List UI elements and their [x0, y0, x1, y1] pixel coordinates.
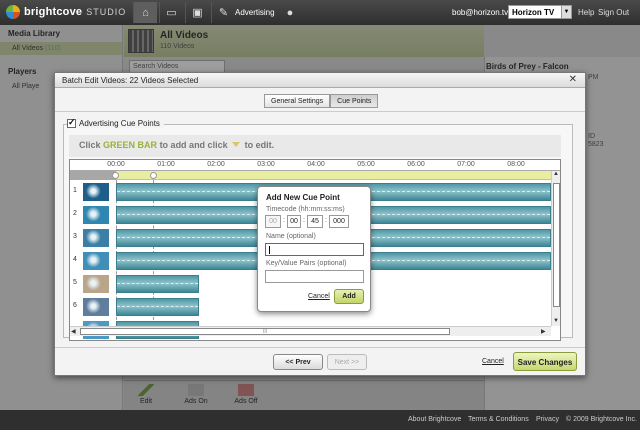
- brand-name: brightcove: [24, 6, 83, 18]
- popup-cancel-link[interactable]: Cancel: [308, 293, 330, 300]
- timecode-label: Timecode (hh:mm:ss:ms): [266, 206, 345, 213]
- home-icon[interactable]: ⌂: [133, 2, 157, 23]
- advertising-icon[interactable]: ✎: [211, 2, 235, 23]
- timecode-seconds[interactable]: 45: [307, 215, 323, 228]
- row-number: 4: [73, 256, 77, 263]
- close-icon[interactable]: ✕: [569, 74, 577, 85]
- key-value-label: Key/Value Pairs (optional): [266, 260, 347, 267]
- vertical-scrollbar[interactable]: ▲ ▼: [551, 171, 560, 326]
- time-tick-label: 00:00: [107, 161, 125, 168]
- dialog-title: Batch Edit Videos: 22 Videos Selected: [62, 76, 199, 85]
- time-tick-label: 03:00: [257, 161, 275, 168]
- scroll-down-icon[interactable]: ▼: [553, 318, 559, 324]
- popup-title: Add New Cue Point: [266, 193, 340, 202]
- time-tick-label: 06:00: [407, 161, 425, 168]
- time-tick-label: 07:00: [457, 161, 475, 168]
- top-bar: brightcove STUDIO ⌂ ▭ ▣ ✎ Advertising ● …: [0, 0, 640, 25]
- scroll-left-icon[interactable]: ◀: [71, 328, 76, 335]
- video-thumbnail: [82, 251, 110, 271]
- cue-marker-new[interactable]: [150, 172, 157, 179]
- divider: [55, 347, 585, 348]
- row-number: 1: [73, 187, 77, 194]
- instruction-banner: Click GREEN BAR to add and click to edit…: [69, 135, 561, 157]
- timecode-minutes[interactable]: 00: [287, 215, 301, 228]
- timeline-header-spacer: [70, 171, 116, 180]
- footer: About Brightcove Terms & Conditions Priv…: [0, 410, 640, 430]
- next-button[interactable]: Next >>: [327, 354, 367, 370]
- prev-button[interactable]: << Prev: [273, 354, 323, 370]
- scroll-thumb[interactable]: |||: [80, 328, 450, 335]
- tab-cue-points[interactable]: Cue Points: [330, 94, 379, 108]
- scroll-right-icon[interactable]: ▶: [541, 328, 546, 335]
- timecode-separator: :: [325, 217, 327, 224]
- video-thumbnail: [82, 182, 110, 202]
- video-duration-bar[interactable]: [116, 298, 199, 316]
- row-number: 3: [73, 233, 77, 240]
- help-link[interactable]: Help: [578, 8, 594, 17]
- dialog-title-bar: Batch Edit Videos: 22 Videos Selected ✕: [55, 73, 585, 88]
- time-tick-label: 05:00: [357, 161, 375, 168]
- dialog-tabs: General Settings Cue Points: [264, 94, 379, 108]
- chat-icon[interactable]: ●: [278, 2, 302, 23]
- about-link[interactable]: About Brightcove: [408, 416, 461, 423]
- row-number: 2: [73, 210, 77, 217]
- instruction-highlight: GREEN BAR: [103, 140, 158, 150]
- instruction-text: to edit.: [244, 140, 275, 150]
- video-duration-bar[interactable]: [116, 275, 199, 293]
- add-button[interactable]: Add: [334, 289, 364, 304]
- account-select[interactable]: Horizon TV ▼: [508, 5, 572, 19]
- timecode-milliseconds[interactable]: 000: [329, 215, 349, 228]
- time-tick-label: 04:00: [307, 161, 325, 168]
- cue-marker-start[interactable]: [112, 172, 119, 179]
- text-caret: [269, 246, 270, 254]
- name-input[interactable]: [265, 243, 364, 256]
- instruction-text: Click: [79, 140, 101, 150]
- advertising-cue-points-checkbox[interactable]: Advertising Cue Points: [67, 117, 164, 128]
- product-name: STUDIO: [86, 7, 127, 17]
- timecode-separator: :: [303, 217, 305, 224]
- timecode-separator: :: [283, 217, 285, 224]
- module-nav: ⌂ ▭ ▣ ✎: [133, 2, 237, 23]
- instruction-text: to add and click: [159, 140, 228, 150]
- save-changes-button[interactable]: Save Changes: [513, 352, 577, 371]
- cancel-link[interactable]: Cancel: [482, 358, 504, 365]
- timecode-hours[interactable]: 00: [265, 215, 281, 228]
- video-thumbnail: [82, 228, 110, 248]
- checkbox-checked-icon: [67, 117, 76, 128]
- divider: [55, 111, 585, 112]
- video-thumbnail: [82, 297, 110, 317]
- privacy-link[interactable]: Privacy: [536, 416, 559, 423]
- video-thumbnail: [82, 205, 110, 225]
- folder-icon[interactable]: ▭: [159, 2, 183, 23]
- time-tick-label: 02:00: [207, 161, 225, 168]
- player-icon[interactable]: ▣: [185, 2, 209, 23]
- video-thumbnail: [82, 274, 110, 294]
- time-tick-label: 01:00: [157, 161, 175, 168]
- copyright: © 2009 Brightcove Inc.: [566, 416, 637, 423]
- cue-marker-icon: [232, 142, 241, 147]
- row-number: 6: [73, 302, 77, 309]
- name-label: Name (optional): [266, 233, 316, 240]
- add-cue-point-popup: Add New Cue Point Timecode (hh:mm:ss:ms)…: [257, 186, 371, 312]
- account-select-value: Horizon TV: [512, 8, 555, 17]
- key-value-input[interactable]: [265, 270, 364, 283]
- scroll-thumb[interactable]: [553, 183, 560, 307]
- user-email: bob@horizon.tv: [452, 8, 509, 17]
- advertising-nav-label[interactable]: Advertising: [235, 8, 275, 17]
- row-number: 5: [73, 279, 77, 286]
- green-bar[interactable]: [116, 171, 560, 180]
- time-tick-label: 08:00: [507, 161, 525, 168]
- chevron-down-icon: ▼: [561, 6, 571, 18]
- time-ruler: 00:00 01:00 02:00 03:00 04:00 05:00 06:00 07:00…: [70, 160, 560, 171]
- brightcove-logo-icon: [6, 5, 20, 19]
- sign-out-link[interactable]: Sign Out: [598, 8, 629, 17]
- horizontal-scrollbar[interactable]: ◀ ||| ▶: [70, 326, 551, 336]
- tab-general-settings[interactable]: General Settings: [264, 94, 331, 108]
- brightcove-logo[interactable]: brightcove STUDIO: [6, 5, 126, 19]
- terms-link[interactable]: Terms & Conditions: [468, 416, 529, 423]
- scroll-up-icon[interactable]: ▲: [553, 171, 559, 177]
- cue-points-label: Advertising Cue Points: [79, 119, 160, 128]
